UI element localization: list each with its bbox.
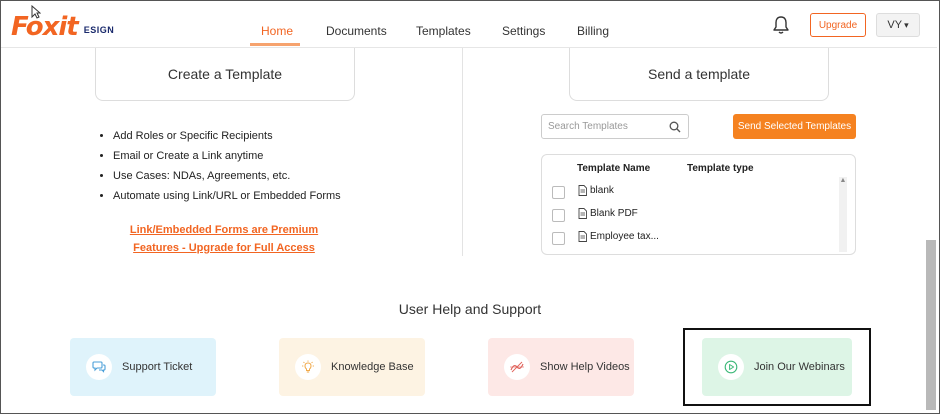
table-scrollbar[interactable]: ▲ (839, 177, 847, 252)
template-name: Employee tax... (590, 231, 659, 242)
chevron-down-icon: ▾ (904, 19, 909, 30)
logo-wordmark: Foxit (11, 12, 79, 42)
feature-item: Use Cases: NDAs, Agreements, etc. (113, 166, 341, 186)
column-header-name[interactable]: Template Name (577, 163, 650, 174)
create-template-title: Create a Template (167, 66, 283, 82)
knowledge-base-label: Knowledge Base (331, 361, 414, 373)
search-icon[interactable] (669, 121, 681, 133)
active-nav-indicator (250, 43, 300, 46)
help-section-title: User Help and Support (398, 301, 542, 317)
page-scrollbar[interactable] (926, 240, 936, 410)
top-navbar: Foxit ESIGN Home Documents Templates Set… (1, 1, 937, 48)
template-name: blank (590, 185, 614, 196)
row-checkbox[interactable] (552, 232, 565, 245)
support-ticket-card[interactable]: Support Ticket (70, 338, 216, 396)
nav-documents[interactable]: Documents (326, 24, 387, 38)
foxit-esign-logo[interactable]: Foxit ESIGN (11, 9, 114, 41)
send-template-card[interactable]: Send a template (569, 48, 829, 101)
feature-list: Add Roles or Specific Recipients Email o… (95, 126, 341, 206)
feature-item: Automate using Link/URL or Embedded Form… (113, 186, 341, 206)
highlight-annotation-box (683, 328, 871, 406)
nav-templates[interactable]: Templates (416, 24, 471, 38)
search-input[interactable] (548, 119, 660, 134)
feature-item: Add Roles or Specific Recipients (113, 126, 341, 146)
scroll-up-arrow-icon[interactable]: ▲ (839, 177, 847, 185)
send-template-title: Send a template (648, 66, 750, 82)
bell-icon[interactable] (772, 15, 790, 35)
logo-subtitle: ESIGN (83, 25, 115, 35)
template-name: Blank PDF (590, 208, 638, 219)
lightbulb-icon (295, 354, 321, 380)
column-header-type[interactable]: Template type (687, 163, 754, 174)
video-icon (504, 354, 530, 380)
chat-icon (86, 354, 112, 380)
nav-billing[interactable]: Billing (577, 24, 609, 38)
nav-home[interactable]: Home (261, 24, 293, 38)
document-icon (578, 185, 587, 196)
document-icon (578, 208, 587, 219)
create-template-card[interactable]: Create a Template (95, 48, 355, 101)
row-checkbox[interactable] (552, 186, 565, 199)
support-ticket-label: Support Ticket (122, 361, 193, 373)
send-selected-templates-button[interactable]: Send Selected Templates (733, 114, 856, 139)
knowledge-base-card[interactable]: Knowledge Base (279, 338, 425, 396)
mouse-cursor-icon (31, 5, 41, 19)
user-menu-button[interactable]: VY ▾ (876, 13, 920, 37)
template-search (541, 114, 689, 139)
row-checkbox[interactable] (552, 209, 565, 222)
help-videos-card[interactable]: Show Help Videos (488, 338, 634, 396)
document-icon (578, 231, 587, 242)
nav-settings[interactable]: Settings (502, 24, 545, 38)
user-initials: VY (887, 19, 903, 31)
premium-link-line2[interactable]: Features - Upgrade for Full Access (120, 242, 328, 254)
premium-link-line1[interactable]: Link/Embedded Forms are Premium (120, 224, 328, 236)
help-videos-label: Show Help Videos (540, 361, 630, 373)
templates-table: Template Name Template type blank Blank … (541, 154, 856, 255)
upgrade-button[interactable]: Upgrade (810, 13, 866, 37)
section-divider (462, 48, 463, 256)
feature-item: Email or Create a Link anytime (113, 146, 341, 166)
